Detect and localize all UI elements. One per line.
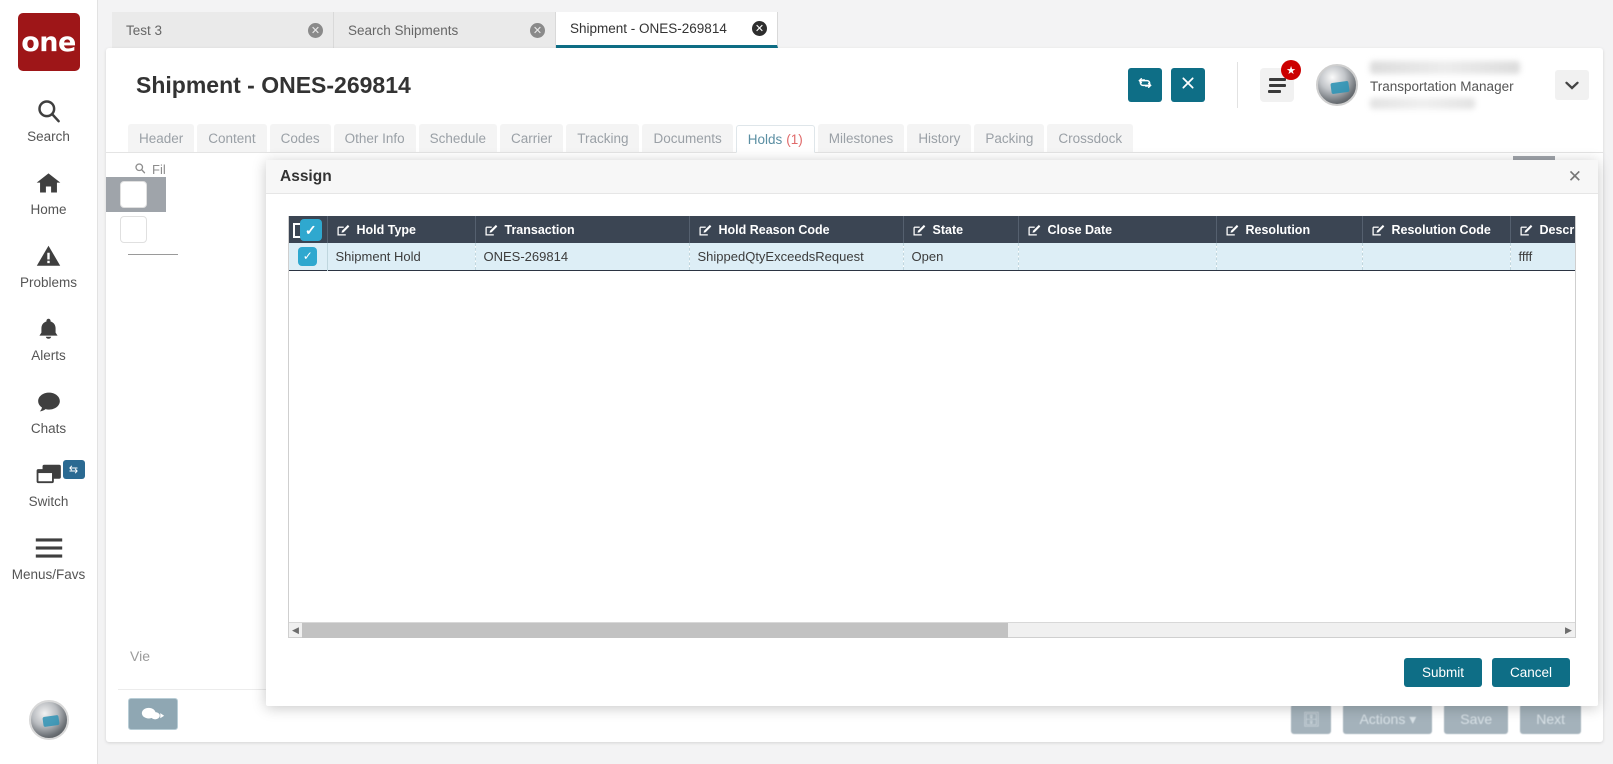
nav-label-problems: Problems bbox=[19, 275, 78, 290]
cell-hold-reason-code[interactable]: ShippedQtyExceedsRequest bbox=[689, 243, 904, 270]
col-label: Transaction bbox=[504, 222, 575, 237]
search-icon bbox=[35, 93, 62, 127]
nav-item-search[interactable]: Search bbox=[0, 93, 98, 144]
edit-pencil-icon bbox=[698, 223, 712, 237]
modal-overlay: Assign ✕ ✓ Hold Type Transaction Hold Re… bbox=[98, 0, 1613, 764]
table-header-row: ✓ Hold Type Transaction Hold Reason Code… bbox=[289, 216, 1575, 243]
edit-pencil-icon bbox=[1519, 223, 1533, 237]
nav-label-home: Home bbox=[30, 202, 67, 217]
col-transaction[interactable]: Transaction bbox=[475, 216, 690, 243]
modal-footer: Submit Cancel bbox=[266, 638, 1598, 706]
warning-triangle-icon bbox=[35, 239, 62, 273]
nav-label-chats: Chats bbox=[30, 421, 67, 436]
scrollbar-thumb[interactable] bbox=[302, 622, 1008, 638]
col-hold-type[interactable]: Hold Type bbox=[327, 216, 476, 243]
col-label: State bbox=[932, 222, 964, 237]
col-label: Hold Reason Code bbox=[718, 222, 830, 237]
nav-item-switch[interactable]: ⇆ Switch bbox=[0, 458, 98, 509]
edit-pencil-icon bbox=[484, 223, 498, 237]
modal-header: Assign ✕ bbox=[266, 160, 1598, 194]
modal-title: Assign bbox=[280, 167, 332, 185]
scrollbar-track[interactable] bbox=[302, 622, 1562, 638]
nav-item-menus-favs[interactable]: Menus/Favs bbox=[0, 531, 98, 582]
cell-resolution[interactable] bbox=[1216, 243, 1363, 270]
col-resolution-code[interactable]: Resolution Code bbox=[1362, 216, 1511, 243]
col-label: Description bbox=[1539, 222, 1576, 237]
row-select-cell[interactable]: ✓ bbox=[289, 243, 328, 270]
col-description[interactable]: Description bbox=[1510, 216, 1575, 243]
cell-hold-type: Shipment Hold bbox=[327, 243, 476, 270]
nav-label-alerts: Alerts bbox=[31, 348, 66, 363]
cell-description[interactable]: ffff bbox=[1510, 243, 1575, 270]
nav-item-alerts[interactable]: Alerts bbox=[0, 312, 98, 363]
nav-label-search: Search bbox=[27, 129, 70, 144]
col-label: Resolution bbox=[1245, 222, 1311, 237]
cancel-button[interactable]: Cancel bbox=[1491, 657, 1570, 687]
cell-resolution-code[interactable] bbox=[1362, 243, 1511, 270]
table-body: ✓ Shipment Hold ONES-269814 ShippedQtyEx… bbox=[289, 243, 1575, 270]
grid-scroll-area[interactable]: ✓ Hold Type Transaction Hold Reason Code… bbox=[289, 216, 1575, 622]
row-checkbox[interactable]: ✓ bbox=[298, 246, 318, 266]
nav-item-problems[interactable]: Problems bbox=[0, 239, 98, 290]
assign-modal: Assign ✕ ✓ Hold Type Transaction Hold Re… bbox=[266, 160, 1598, 706]
close-icon[interactable]: ✕ bbox=[1564, 166, 1586, 187]
hamburger-icon bbox=[34, 531, 64, 565]
col-resolution[interactable]: Resolution bbox=[1216, 216, 1363, 243]
cell-close-date[interactable] bbox=[1018, 243, 1217, 270]
cell-transaction[interactable]: ONES-269814 bbox=[475, 243, 690, 270]
col-state[interactable]: State bbox=[903, 216, 1019, 243]
left-nav-rail: one Search Home Problems Alerts Chats ⇆ … bbox=[0, 0, 98, 764]
grid-horizontal-scrollbar[interactable]: ◀ ▶ bbox=[289, 622, 1575, 638]
holds-table: ✓ Hold Type Transaction Hold Reason Code… bbox=[289, 216, 1575, 271]
submit-button[interactable]: Submit bbox=[1403, 657, 1482, 687]
chat-bubble-icon bbox=[35, 385, 63, 419]
col-label: Hold Type bbox=[356, 222, 417, 237]
windows-stack-icon bbox=[35, 458, 63, 492]
caret-right-icon[interactable]: ▶ bbox=[1562, 625, 1575, 636]
edit-pencil-icon bbox=[1027, 223, 1041, 237]
select-all-cell[interactable]: ✓ bbox=[289, 216, 328, 243]
cell-state: Open bbox=[903, 243, 1019, 270]
edit-pencil-icon bbox=[1371, 223, 1385, 237]
table-row[interactable]: ✓ Shipment Hold ONES-269814 ShippedQtyEx… bbox=[289, 243, 1575, 270]
brand-logo[interactable]: one bbox=[17, 13, 80, 71]
modal-body: ✓ Hold Type Transaction Hold Reason Code… bbox=[266, 194, 1598, 638]
edit-pencil-icon bbox=[912, 223, 926, 237]
select-all-checkbox[interactable]: ✓ bbox=[299, 218, 322, 241]
bell-icon bbox=[36, 312, 61, 346]
nav-item-chats[interactable]: Chats bbox=[0, 385, 98, 436]
app-root: one Search Home Problems Alerts Chats ⇆ … bbox=[0, 0, 1613, 764]
edit-pencil-icon bbox=[336, 223, 350, 237]
select-all-stack: ✓ bbox=[292, 218, 323, 241]
table-header: ✓ Hold Type Transaction Hold Reason Code… bbox=[289, 216, 1575, 243]
caret-left-icon[interactable]: ◀ bbox=[289, 625, 302, 636]
edit-pencil-icon bbox=[1225, 223, 1239, 237]
col-close-date[interactable]: Close Date bbox=[1018, 216, 1217, 243]
col-label: Close Date bbox=[1047, 222, 1113, 237]
col-label: Resolution Code bbox=[1391, 222, 1491, 237]
home-icon bbox=[34, 166, 63, 200]
assign-grid: ✓ Hold Type Transaction Hold Reason Code… bbox=[288, 216, 1576, 638]
swap-arrows-icon[interactable]: ⇆ bbox=[62, 460, 85, 479]
nav-user-avatar[interactable] bbox=[29, 700, 69, 740]
nav-label-menus-favs: Menus/Favs bbox=[11, 567, 86, 582]
main-area: Test 3 ✕ Search Shipments ✕ Shipment - O… bbox=[98, 0, 1613, 764]
nav-item-home[interactable]: Home bbox=[0, 166, 98, 217]
nav-label-switch: Switch bbox=[28, 494, 69, 509]
col-hold-reason-code[interactable]: Hold Reason Code bbox=[689, 216, 904, 243]
